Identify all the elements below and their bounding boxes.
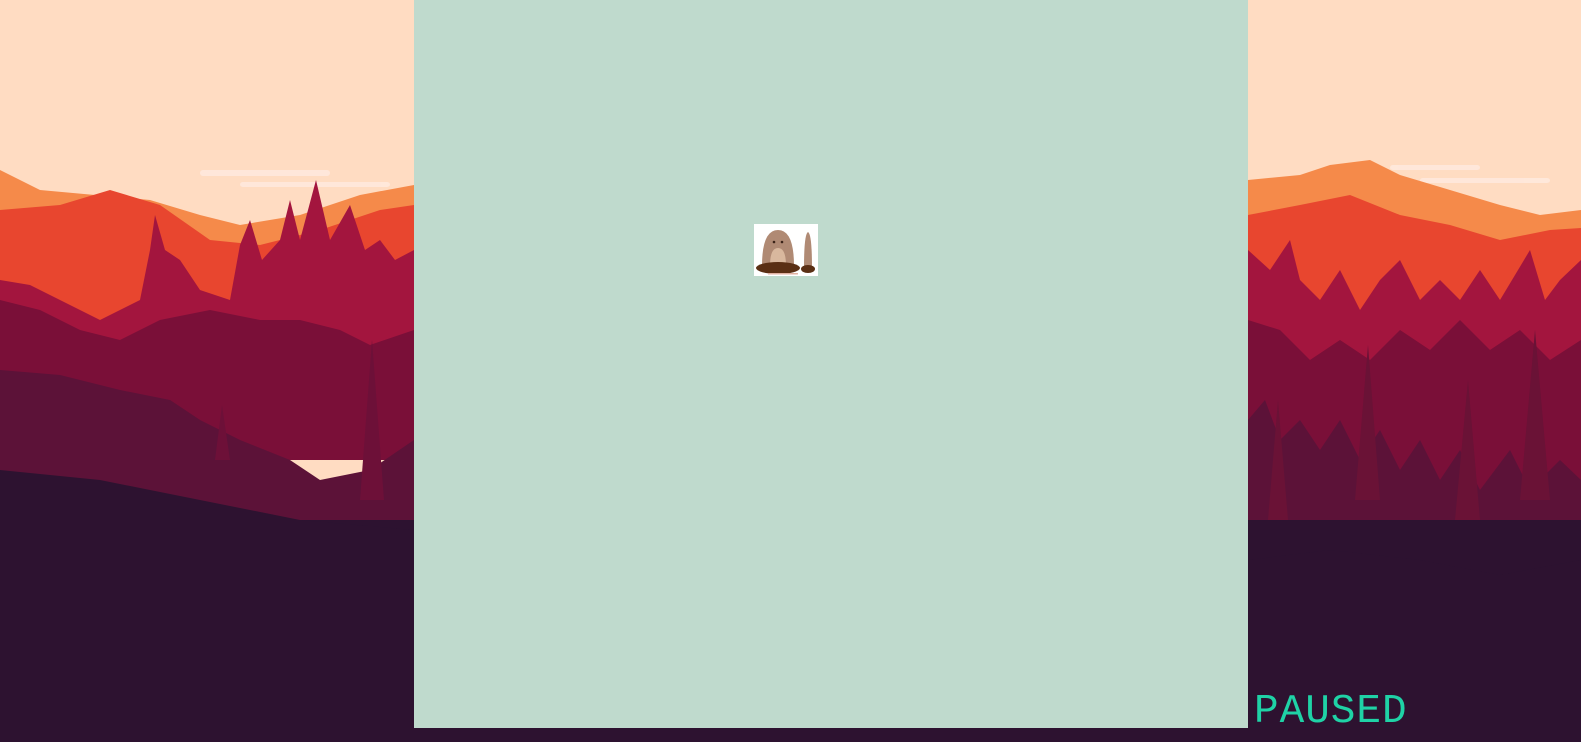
mole-sprite-icon[interactable] [754,224,818,276]
paused-status-text: PAUSED [1254,689,1408,735]
game-play-area[interactable] [414,0,1248,728]
